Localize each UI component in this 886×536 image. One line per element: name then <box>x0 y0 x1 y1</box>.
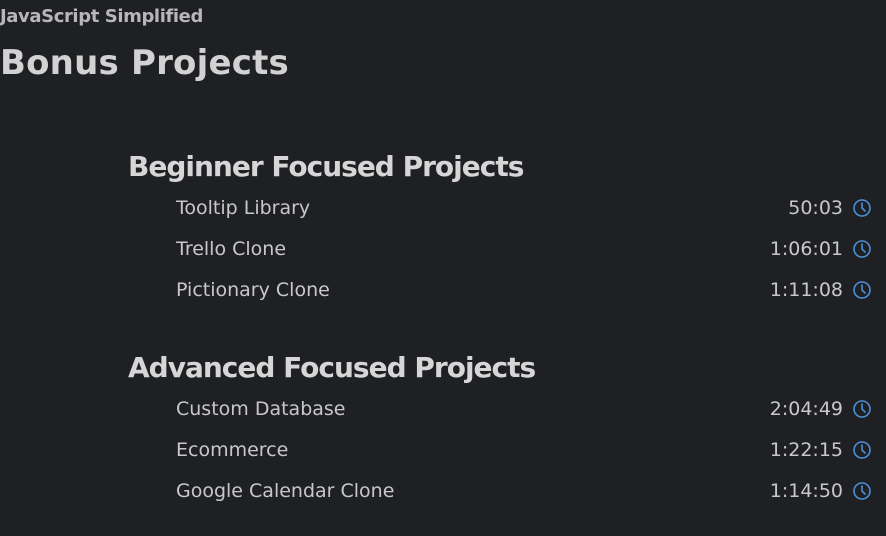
lesson-title[interactable]: Trello Clone <box>176 238 286 260</box>
lesson-list: Tooltip Library 50:03 Trello Clone 1:06:… <box>128 197 872 320</box>
clock-icon <box>853 240 871 258</box>
clock-icon <box>853 482 871 500</box>
lesson-title[interactable]: Custom Database <box>176 398 346 420</box>
lesson-duration: 50:03 <box>788 197 843 219</box>
lesson-title[interactable]: Google Calendar Clone <box>176 480 394 502</box>
lesson-duration: 1:22:15 <box>769 439 843 461</box>
clock-icon <box>853 400 871 418</box>
section-title: Advanced Focused Projects <box>128 351 536 384</box>
lesson-list: Custom Database 2:04:49 Ecommerce 1:22:1… <box>128 398 872 521</box>
section-beginner-projects: Beginner Focused Projects Tooltip Librar… <box>128 150 872 301</box>
lesson-item[interactable]: Trello Clone 1:06:01 <box>128 238 872 279</box>
lesson-item[interactable]: Tooltip Library 50:03 <box>128 197 872 238</box>
clock-icon <box>853 199 871 217</box>
section-title: Beginner Focused Projects <box>128 150 524 183</box>
lesson-item[interactable]: Ecommerce 1:22:15 <box>128 439 872 480</box>
clock-icon <box>853 441 871 459</box>
course-name: JavaScript Simplified <box>0 6 203 27</box>
lesson-item[interactable]: Custom Database 2:04:49 <box>128 398 872 439</box>
clock-icon <box>853 281 871 299</box>
lesson-duration: 2:04:49 <box>769 398 843 420</box>
lesson-duration: 1:11:08 <box>769 279 843 301</box>
lesson-title[interactable]: Pictionary Clone <box>176 279 330 301</box>
section-advanced-projects: Advanced Focused Projects Custom Databas… <box>128 351 872 502</box>
lesson-duration: 1:14:50 <box>769 480 843 502</box>
lesson-title[interactable]: Tooltip Library <box>176 197 310 219</box>
lesson-item[interactable]: Pictionary Clone 1:11:08 <box>128 279 872 320</box>
page-title: Bonus Projects <box>0 43 289 83</box>
lesson-duration: 1:06:01 <box>769 238 843 260</box>
lesson-item[interactable]: Google Calendar Clone 1:14:50 <box>128 480 872 521</box>
lesson-title[interactable]: Ecommerce <box>176 439 288 461</box>
